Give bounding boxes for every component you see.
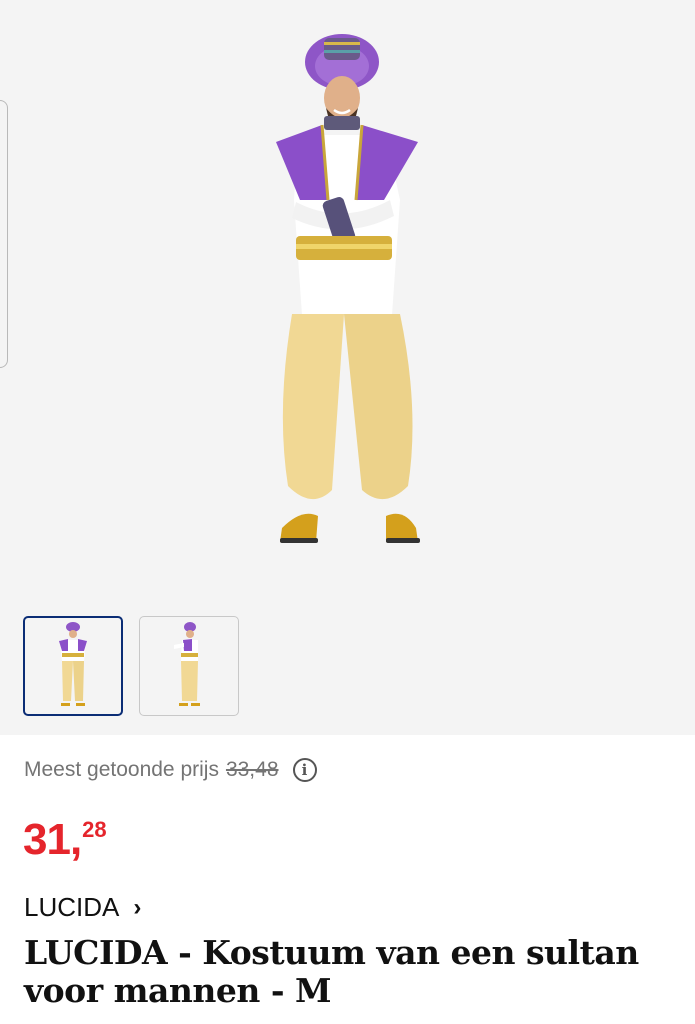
sultan-costume-side-thumbnail [174, 622, 200, 706]
product-title: LUCIDA - Kostuum van een sultan voor man… [24, 933, 639, 1010]
reference-price-value: 33,48 [225, 758, 279, 781]
price-cents: 28 [82, 817, 107, 842]
brand-link[interactable]: LUCIDA › [24, 892, 141, 923]
product-image-gallery [0, 0, 695, 735]
brand-name: LUCIDA [24, 892, 120, 922]
reference-price-line: Meest getoonde prijs 33,48 i [24, 758, 317, 782]
current-price: 31, 28 [23, 815, 107, 865]
thumbnail-front[interactable] [23, 616, 123, 716]
thumbnail-side[interactable] [139, 616, 239, 716]
sultan-costume-front-thumbnail [59, 622, 87, 706]
chevron-right-icon: › [133, 893, 142, 921]
reference-price-label: Meest getoonde prijs [24, 758, 219, 781]
thumbnail-strip [23, 616, 239, 716]
price-euros: 31, [23, 815, 82, 864]
product-main-image[interactable] [262, 30, 432, 555]
gallery-side-handle[interactable] [0, 100, 8, 368]
info-icon[interactable]: i [292, 758, 317, 782]
